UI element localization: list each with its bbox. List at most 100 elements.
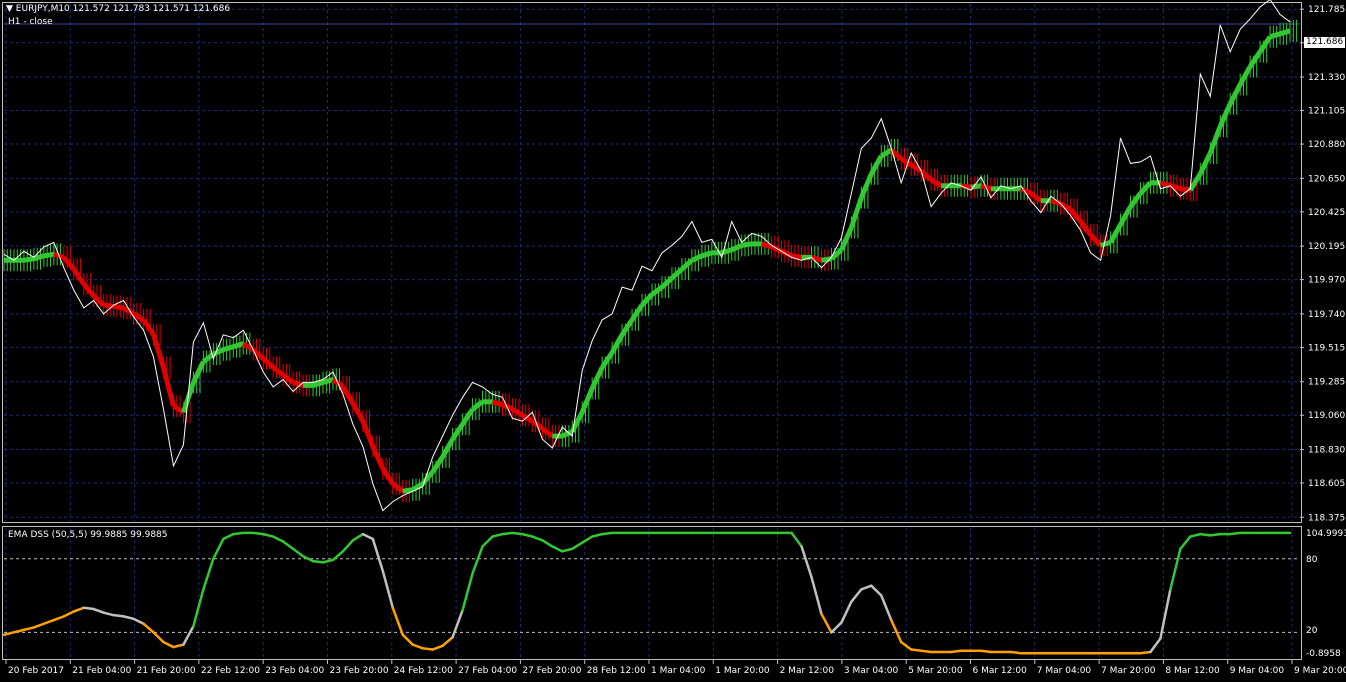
price-axis-label: 119.285 [1308, 378, 1345, 388]
dss-line-segment [251, 531, 265, 536]
smoothed-segment [23, 256, 35, 263]
dss-line-segment [551, 545, 564, 553]
smoothed-segment [440, 437, 455, 459]
dss-line-segment [32, 622, 46, 629]
smoothed-segment [141, 318, 156, 337]
price-axis-label: 118.605 [1308, 479, 1345, 489]
dss-min-label: -0.8958 [1306, 649, 1341, 659]
current-price-tag: 121.686 [1304, 37, 1346, 48]
smoothed-segment [380, 467, 395, 486]
dss-line-segment [421, 647, 434, 651]
smoothed-segment [540, 426, 554, 439]
smoothed-segment [261, 356, 275, 370]
dss-title: EMA DSS (50,5,5) 99.9885 99.9885 [8, 530, 168, 540]
dss-line-segment [561, 547, 574, 553]
dss-line-segment [451, 609, 464, 639]
dss-line-segment [202, 557, 215, 591]
dss-line-segment [1169, 547, 1182, 591]
dss-line-segment [112, 613, 125, 618]
time-axis-label: 9 Mar 04:00 [1230, 666, 1285, 676]
dropdown-triangle-icon[interactable]: ▼ [6, 4, 13, 14]
dss-line-segment [261, 532, 275, 538]
smoothed-segment [849, 196, 864, 229]
smoothed-segment [1029, 191, 1043, 203]
time-axis-label: 9 Mar 20:00 [1294, 666, 1346, 676]
smoothed-segment [391, 481, 405, 494]
smoothed-segment [929, 177, 943, 188]
time-axis-label: 27 Feb 20:00 [522, 666, 581, 676]
dss-line-segment [391, 606, 405, 637]
smoothed-segment [511, 407, 524, 418]
symbol-ohlc-label: EURJPY,M10 121.572 121.783 121.571 121.6… [15, 4, 231, 14]
time-axis-label: 21 Feb 04:00 [72, 666, 131, 676]
smoothed-segment [460, 407, 475, 426]
dss-line-segment [431, 644, 444, 651]
dss-line-segment [192, 588, 205, 628]
smoothed-segment [191, 360, 206, 384]
price-axis-label: 118.830 [1308, 445, 1345, 455]
smoothed-segment [1198, 151, 1213, 175]
price-axis-label: 120.650 [1308, 174, 1345, 184]
time-axis-label: 3 Mar 04:00 [844, 666, 899, 676]
dss-line-segment [222, 532, 235, 541]
dss-level-80-label: 80 [1306, 555, 1318, 565]
smoothed-segment [71, 267, 86, 286]
dss-line-segment [291, 547, 305, 558]
dss-line-segment [880, 594, 893, 622]
dss-line-segment [541, 539, 554, 548]
smoothed-segment [212, 347, 225, 357]
time-axis-label: 21 Feb 20:00 [137, 666, 196, 676]
dss-line-segment [142, 622, 155, 634]
smoothed-segment [1159, 180, 1172, 189]
dss-line-segment [979, 649, 993, 654]
dss-line-segment [1199, 532, 1212, 537]
smoothed-segment [660, 276, 674, 289]
smoothed-segment [222, 344, 235, 353]
chart-canvas: 20 Feb 2017 21 Feb 04:00 21 Feb 20:00 22 Fe… [2, 0, 1346, 676]
smoothed-segment [61, 255, 76, 271]
dss-line-segment [341, 539, 355, 553]
dss-line-segment [860, 584, 873, 591]
dss-line-segment [461, 572, 474, 612]
dss-line-segment [820, 612, 833, 634]
dss-line-segment [311, 559, 325, 564]
dss-line-segment [92, 607, 105, 614]
dss-line-segment [361, 532, 375, 541]
dss-line-segment [840, 600, 853, 624]
price-axis-label: 121.330 [1308, 73, 1345, 83]
smoothed-segment [350, 402, 366, 423]
smoothed-segment [1138, 181, 1153, 195]
smoothed-segment [322, 377, 334, 385]
smoothed-segment [579, 387, 595, 414]
smoothed-segment [161, 366, 176, 407]
smoothed-segment [1207, 125, 1223, 154]
dss-line-segment [919, 649, 933, 654]
dss-line-segment [271, 535, 285, 543]
dss-line-segment [281, 540, 295, 551]
smoothed-segment [899, 156, 913, 168]
dss-line-segment [182, 624, 195, 646]
price-axis-label: 119.740 [1308, 310, 1345, 320]
dss-line-segment [501, 531, 514, 536]
dss-line-segment [471, 545, 484, 575]
dss-line-segment [212, 537, 225, 560]
symbol-info: ▼ EURJPY,M10 121.572 121.783 121.571 121… [6, 4, 230, 14]
smoothed-segment [741, 241, 753, 248]
smoothed-segment [92, 294, 106, 307]
dss-line-segment [481, 535, 494, 548]
smoothed-segment [670, 267, 684, 281]
dss-line-segment [1149, 637, 1162, 654]
smoothed-segment [1258, 35, 1273, 54]
dss-line-segment [401, 633, 414, 646]
smoothed-segment [701, 250, 713, 259]
time-axis-label: 7 Mar 20:00 [1101, 666, 1156, 676]
dss-line-segment [1139, 650, 1152, 655]
price-axis-label: 119.970 [1308, 276, 1345, 286]
smoothed-segment [113, 303, 124, 311]
smoothed-segment [650, 285, 664, 297]
smoothed-segment [600, 351, 615, 369]
dss-level-20-label: 20 [1306, 626, 1318, 636]
dss-max-label: 104.9993 [1306, 529, 1346, 539]
smoothed-segment [880, 147, 893, 159]
time-axis-label: 23 Feb 20:00 [330, 666, 389, 676]
